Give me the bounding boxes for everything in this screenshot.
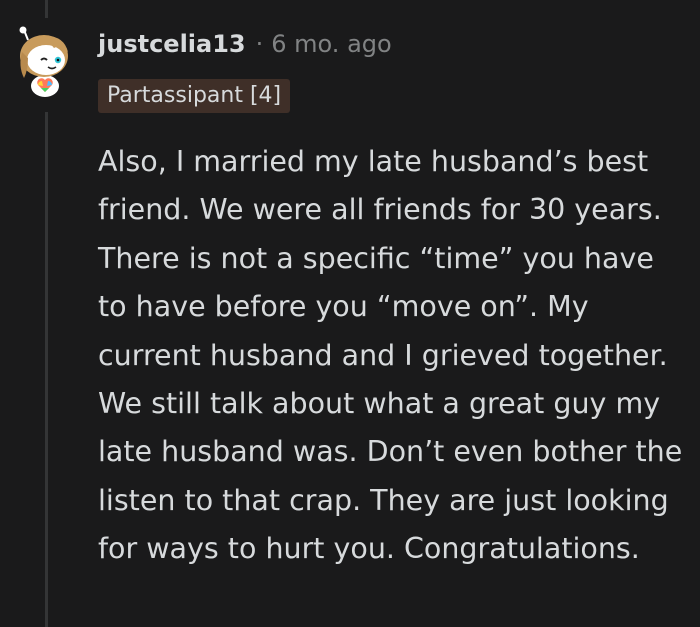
snoo-avatar-icon (19, 26, 68, 97)
meta-separator: · (255, 30, 264, 58)
user-avatar[interactable] (14, 26, 76, 98)
username-link[interactable]: justcelia13 (98, 30, 246, 58)
thread-line-top[interactable] (45, 0, 48, 18)
comment-body: Also, I married my late husband’s best f… (98, 145, 683, 566)
user-flair-badge: Partassipant [4] (98, 79, 291, 113)
timestamp[interactable]: 6 mo. ago (271, 30, 391, 58)
comment-header: justcelia13 · 6 mo. ago (98, 30, 392, 58)
thread-line[interactable] (45, 112, 48, 627)
